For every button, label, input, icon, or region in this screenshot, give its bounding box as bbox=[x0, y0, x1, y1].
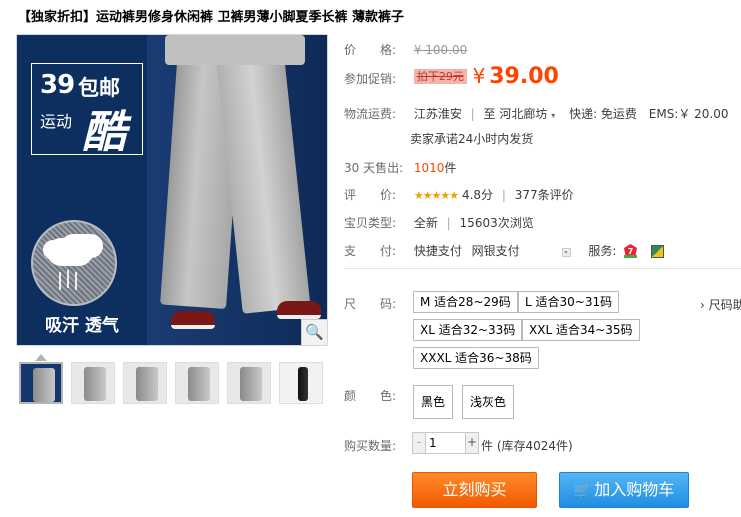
promo-price: 39.00 bbox=[489, 64, 559, 89]
badge-number: 39 bbox=[40, 70, 75, 100]
svg-text:7: 7 bbox=[628, 247, 634, 256]
drops-icon bbox=[67, 270, 69, 288]
size-option-xxxl[interactable]: XXXL 适合36~38码 bbox=[413, 347, 539, 369]
quantity-label: 购买数量: bbox=[344, 439, 397, 453]
ship-promise: 卖家承诺24小时内发货 bbox=[410, 132, 534, 146]
type-label: 宝贝类型: bbox=[344, 216, 397, 230]
quantity-input[interactable]: 1 bbox=[427, 433, 465, 453]
shipping-row: 物流运费: 江苏淮安 | 至 河北廊坊 ▾ 快递: 免运费 EMS:￥ 20.0… bbox=[344, 107, 729, 121]
price-row: 价 格: ¥ 100.00 bbox=[344, 41, 467, 58]
payment-row: 支 付: 快捷支付 网银支付 ▾ 服务: 7 bbox=[344, 242, 665, 259]
shoe-icon bbox=[171, 311, 215, 329]
size-label: 尺 码: bbox=[344, 297, 397, 311]
payment-bank: 网银支付 bbox=[471, 244, 520, 258]
payment-express: 快捷支付 bbox=[413, 244, 462, 258]
stock-info: 件 (库存4024件) bbox=[481, 439, 573, 453]
thumbnail[interactable] bbox=[123, 362, 167, 404]
ship-from: 江苏淮安 bbox=[413, 107, 462, 121]
size-chart-link[interactable]: › 尺码助 bbox=[700, 296, 741, 313]
thumbnail[interactable] bbox=[175, 362, 219, 404]
cart-icon: 🛒 bbox=[573, 483, 592, 499]
product-title: 【独家折扣】运动裤男修身休闲裤 卫裤男薄小脚夏季长裤 薄款裤子 bbox=[18, 10, 405, 25]
badge-sport: 运动 bbox=[40, 112, 73, 131]
credit-card-icon[interactable] bbox=[651, 245, 665, 258]
type-row: 宝贝类型: 全新 | 15603次浏览 bbox=[344, 216, 534, 230]
sales-count: 1010 bbox=[413, 161, 445, 175]
sales-label: 30 天售出: bbox=[344, 161, 404, 175]
zoom-icon[interactable]: 🔍 bbox=[301, 319, 327, 345]
payment-label: 支 付: bbox=[344, 244, 397, 258]
size-option-xl[interactable]: XL 适合32~33码 bbox=[413, 319, 523, 341]
dropdown-icon[interactable]: ▾ bbox=[561, 248, 571, 257]
service-label: 服务: bbox=[588, 244, 617, 258]
promo-row: 参加促销: 拍下29元 ¥ 39.00 bbox=[344, 64, 559, 89]
thumbnail[interactable] bbox=[279, 362, 323, 404]
fabric-detail-image bbox=[31, 220, 117, 306]
color-label-row: 颜 色: bbox=[344, 387, 410, 404]
quantity-decrease-button[interactable]: - bbox=[413, 433, 426, 453]
ship-to-prefix: 至 bbox=[483, 107, 496, 121]
rating-label: 评 价: bbox=[344, 188, 397, 202]
buy-now-button[interactable]: 立刻购买 bbox=[412, 472, 537, 508]
shipping-label: 物流运费: bbox=[344, 107, 397, 121]
promo-badge: 39 包邮 运动 酷 bbox=[31, 63, 143, 158]
color-option-black[interactable]: 黑色 bbox=[413, 385, 454, 419]
add-to-cart-label: 加入购物车 bbox=[594, 480, 675, 499]
quantity-increase-button[interactable]: + bbox=[465, 433, 478, 453]
size-option-m[interactable]: M 适合28~29码 bbox=[413, 291, 518, 313]
size-label-row: 尺 码: bbox=[344, 295, 410, 312]
add-to-cart-button[interactable]: 🛒 加入购物车 bbox=[559, 472, 689, 508]
rating-row: 评 价: ★★★★★ 4.8分 | 377条评价 bbox=[344, 188, 574, 202]
thumbnail-strip bbox=[19, 362, 323, 406]
quantity-stepper: - 1 + bbox=[412, 432, 479, 454]
star-rating-icon: ★★★★★ bbox=[413, 189, 459, 202]
thumbnail[interactable] bbox=[227, 362, 271, 404]
size-option-l[interactable]: L 适合30~31码 bbox=[518, 291, 620, 313]
review-count-link[interactable]: 377条评价 bbox=[515, 188, 574, 202]
sales-unit: 件 bbox=[444, 161, 457, 175]
thumbnail[interactable] bbox=[19, 362, 63, 404]
thumbnail-pointer bbox=[35, 354, 47, 361]
shoe-icon bbox=[277, 301, 321, 319]
promo-label: 参加促销: bbox=[344, 72, 397, 86]
sales-row: 30 天售出: 1010件 bbox=[344, 159, 456, 176]
ship-to-select[interactable]: 河北廊坊 bbox=[499, 107, 547, 121]
currency-symbol: ¥ bbox=[472, 64, 486, 88]
pants-illustration bbox=[160, 35, 321, 335]
size-option-xxl[interactable]: XXL 适合34~35码 bbox=[522, 319, 640, 341]
rating-score: 4.8分 bbox=[461, 188, 494, 202]
cloud-icon bbox=[47, 238, 93, 266]
price-label: 价 格: bbox=[344, 43, 397, 57]
main-product-image[interactable]: 39 包邮 运动 酷 吸汗 透气 🔍 bbox=[16, 34, 328, 346]
quantity-label-row: 购买数量: bbox=[344, 437, 410, 454]
thumbnail[interactable] bbox=[71, 362, 115, 404]
divider bbox=[344, 268, 741, 269]
chevron-down-icon[interactable]: ▾ bbox=[551, 111, 555, 120]
color-option-light-gray[interactable]: 浅灰色 bbox=[462, 385, 515, 419]
seven-day-return-icon[interactable]: 7 bbox=[624, 244, 638, 258]
type-value: 全新 bbox=[413, 216, 438, 230]
original-price: ¥ 100.00 bbox=[413, 43, 468, 57]
express-fee: 快递: 免运费 bbox=[569, 107, 637, 121]
badge-cool: 酷 bbox=[82, 107, 126, 158]
feature-text: 吸汗 透气 bbox=[45, 316, 119, 336]
view-count: 15603次浏览 bbox=[459, 216, 534, 230]
promo-tag: 拍下29元 bbox=[413, 69, 467, 84]
color-label: 颜 色: bbox=[344, 389, 397, 403]
ems-fee: EMS:￥ 20.00 bbox=[648, 107, 729, 121]
